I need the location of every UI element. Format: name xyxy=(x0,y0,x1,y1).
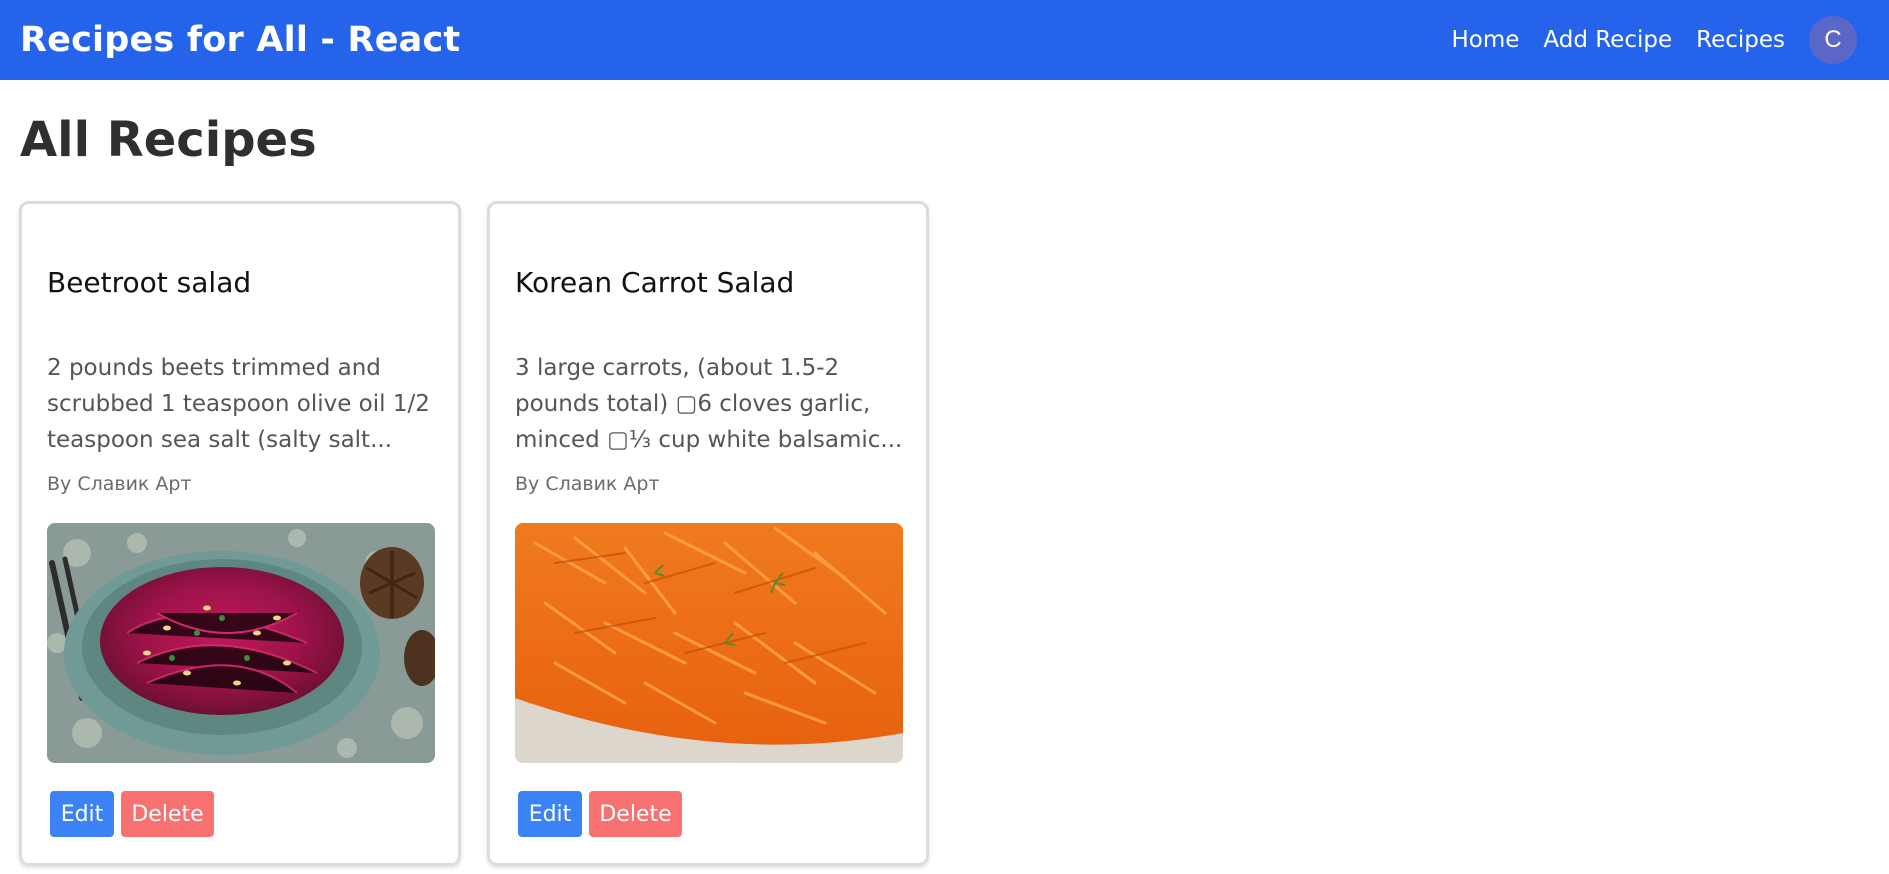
delete-button[interactable]: Delete xyxy=(589,791,682,837)
nav-link-recipes[interactable]: Recipes xyxy=(1696,27,1785,53)
app-brand[interactable]: Recipes for All - React xyxy=(20,20,460,60)
delete-button[interactable]: Delete xyxy=(121,791,214,837)
top-navbar: Recipes for All - React Home Add Recipe … xyxy=(0,0,1889,80)
nav-link-home[interactable]: Home xyxy=(1451,27,1519,53)
recipe-card: Korean Carrot Salad 3 large carrots, (ab… xyxy=(487,201,929,866)
recipe-description: 3 large carrots, (about 1.5-2 pounds tot… xyxy=(515,355,903,453)
recipe-title: Beetroot salad xyxy=(47,266,252,299)
recipe-author: By Славик Арт xyxy=(515,473,660,495)
recipe-card: Beetroot salad 2 pounds beets trimmed an… xyxy=(19,201,461,866)
page-title: All Recipes xyxy=(20,112,317,168)
recipe-author: By Славик Арт xyxy=(47,473,192,495)
nav-menu: Home Add Recipe Recipes C xyxy=(1451,16,1869,64)
edit-button[interactable]: Edit xyxy=(518,791,582,837)
recipe-title: Korean Carrot Salad xyxy=(515,266,795,299)
nav-link-add-recipe[interactable]: Add Recipe xyxy=(1543,27,1672,53)
recipe-image-beetroot xyxy=(47,523,435,763)
user-avatar[interactable]: C xyxy=(1809,16,1857,64)
edit-button[interactable]: Edit xyxy=(50,791,114,837)
recipe-image-carrot xyxy=(515,523,903,763)
recipe-description: 2 pounds beets trimmed and scrubbed 1 te… xyxy=(47,355,430,453)
